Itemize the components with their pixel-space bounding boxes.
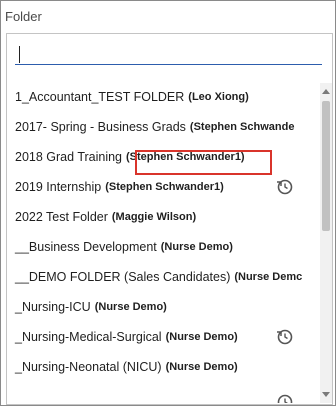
folder-name: 2022 Test Folder [15, 210, 108, 224]
folder-owner: (Nurse Demo) [160, 241, 233, 253]
folder-option-nursing-neonatal[interactable]: _Nursing-Neonatal (NICU) (Nurse Demo) [7, 353, 313, 381]
folder-name: _Nursing-Medical-Surgical [15, 330, 162, 344]
highlight-annotation-box [135, 150, 272, 175]
folder-option-2022-test[interactable]: 2022 Test Folder (Maggie Wilson) [7, 203, 313, 231]
folder-field-label: Folder [5, 9, 42, 24]
folder-select-panel: Folder 1_Accountant_TEST FOLDER (Leo Xio… [0, 0, 336, 406]
folder-name: 2017- Spring - Business Grads [15, 120, 186, 134]
list-scrollbar[interactable] [320, 83, 332, 403]
shared-clock-icon [277, 394, 293, 403]
folder-list: 1_Accountant_TEST FOLDER (Leo Xiong) 201… [7, 83, 313, 403]
folder-search-input[interactable] [15, 43, 322, 65]
folder-dropdown: 1_Accountant_TEST FOLDER (Leo Xiong) 201… [6, 33, 333, 405]
folder-owner: (Leo Xiong) [188, 91, 249, 103]
folder-owner: (Stephen Schwander1) [105, 181, 224, 193]
folder-name: _Nursing-ICU [15, 300, 91, 314]
folder-option-accountant-test[interactable]: 1_Accountant_TEST FOLDER (Leo Xiong) [7, 83, 313, 111]
folder-option-2019-internship[interactable]: 2019 Internship (Stephen Schwander1) [7, 173, 313, 201]
folder-owner: (Nurse Demo) [165, 361, 238, 373]
folder-owner: (Maggie Wilson) [111, 211, 197, 223]
folder-owner: (Stephen Schwande [189, 121, 295, 133]
folder-name: 2018 Grad Training [15, 150, 123, 164]
folder-name: 2019 Internship [15, 180, 102, 194]
folder-name: __DEMO FOLDER (Sales Candidates) [15, 270, 231, 284]
scroll-thumb[interactable] [322, 101, 330, 231]
folder-name: _Nursing-Neonatal (NICU) [15, 360, 162, 374]
folder-option-nursing-medical-surgical[interactable]: _Nursing-Medical-Surgical (Nurse Demo) [7, 323, 313, 351]
scroll-down-arrow-icon[interactable] [322, 392, 330, 397]
folder-owner: (Nurse Demc [234, 271, 303, 283]
folder-option-nursing-icu[interactable]: _Nursing-ICU (Nurse Demo) [7, 293, 313, 321]
folder-option-business-development[interactable]: __Business Development (Nurse Demo) [7, 233, 313, 261]
shared-clock-icon [277, 329, 293, 345]
folder-option-demo-folder[interactable]: __DEMO FOLDER (Sales Candidates) (Nurse … [7, 263, 313, 291]
folder-name: __Business Development [15, 240, 157, 254]
shared-clock-icon [277, 179, 293, 195]
folder-option-partial[interactable] [7, 383, 313, 403]
folder-owner: (Nurse Demo) [94, 301, 167, 313]
folder-name: 1_Accountant_TEST FOLDER [15, 90, 185, 104]
scroll-up-arrow-icon[interactable] [322, 89, 330, 94]
folder-owner: (Nurse Demo) [165, 331, 238, 343]
folder-option-2017-spring[interactable]: 2017- Spring - Business Grads (Stephen S… [7, 113, 313, 141]
text-caret [19, 46, 20, 63]
